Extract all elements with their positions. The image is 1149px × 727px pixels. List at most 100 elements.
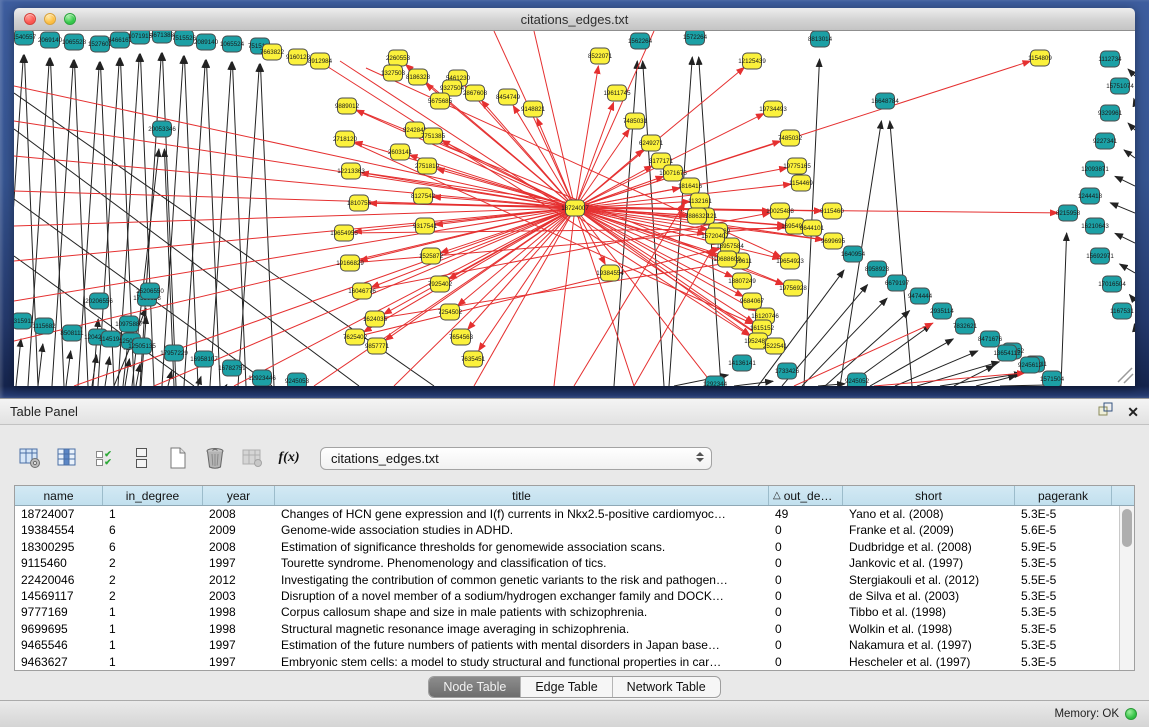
table-cell[interactable]: 0 <box>769 654 843 670</box>
table-cell[interactable]: Stergiakouli et al. (2012) <box>843 572 1015 588</box>
table-cell[interactable]: 18724007 <box>15 506 103 522</box>
graph-node[interactable]: 1733426 <box>775 363 800 379</box>
graph-node[interactable]: 1115682 <box>32 318 56 334</box>
table-cell[interactable]: 5.3E-5 <box>1015 604 1112 620</box>
graph-node[interactable]: 6679197 <box>885 275 910 291</box>
column-visibility-icon[interactable] <box>53 443 81 473</box>
graph-node[interactable]: 8912984 <box>308 53 333 69</box>
table-cell[interactable]: 1997 <box>203 654 275 670</box>
table-row[interactable]: 977716911998Corpus callosum shape and si… <box>15 604 1134 620</box>
table-row[interactable]: 1830029562008Estimation of significance … <box>15 539 1134 555</box>
graph-node[interactable]: 10025488 <box>766 203 794 219</box>
table-cell[interactable]: 2 <box>103 572 203 588</box>
table-cell[interactable]: 5.3E-5 <box>1015 588 1112 604</box>
column-header-in-degree[interactable]: in_degree <box>103 486 203 505</box>
table-cell[interactable]: 1998 <box>203 604 275 620</box>
graph-node[interactable]: 7485031 <box>623 113 648 129</box>
table-cell[interactable]: Hescheler et al. (1997) <box>843 654 1015 670</box>
graph-node[interactable]: 1112734 <box>1098 51 1122 67</box>
graph-node[interactable]: 9474444 <box>908 288 933 304</box>
graph-node[interactable]: 15692971 <box>1086 248 1114 264</box>
table-cell[interactable]: 5.3E-5 <box>1015 555 1112 571</box>
tab-edge-table[interactable]: Edge Table <box>520 677 611 697</box>
table-cell[interactable]: Investigating the contribution of common… <box>275 572 769 588</box>
graph-node[interactable]: 8644101 <box>800 220 825 236</box>
graph-node[interactable]: 12213363 <box>337 163 365 179</box>
graph-node[interactable]: 5675685 <box>428 93 453 109</box>
table-cell[interactable]: 1 <box>103 621 203 637</box>
graph-node[interactable]: 7751385 <box>421 128 446 144</box>
graph-node[interactable]: 7886322 <box>685 208 710 224</box>
table-cell[interactable]: 5.9E-5 <box>1015 539 1112 555</box>
graph-node[interactable]: 19654923 <box>776 253 804 269</box>
graph-node[interactable]: 9245053 <box>285 373 310 386</box>
graph-node[interactable]: 19734493 <box>759 101 787 117</box>
table-cell[interactable]: 5.6E-5 <box>1015 522 1112 538</box>
table-row[interactable]: 946554611997Estimation of the future num… <box>15 637 1134 653</box>
table-cell[interactable]: Embryonic stem cells: a model to study s… <box>275 654 769 670</box>
table-cell[interactable]: 2 <box>103 555 203 571</box>
graph-node[interactable]: 19611745 <box>603 85 631 101</box>
table-row[interactable]: 2242004622012Investigating the contribut… <box>15 572 1134 588</box>
table-cell[interactable]: 2008 <box>203 539 275 555</box>
graph-node[interactable]: 9227341 <box>1093 133 1118 149</box>
graph-node[interactable]: 2603141 <box>388 144 413 160</box>
table-cell[interactable]: 0 <box>769 604 843 620</box>
tab-network-table[interactable]: Network Table <box>612 677 720 697</box>
table-cell[interactable]: Corpus callosum shape and size in male p… <box>275 604 769 620</box>
graph-node[interactable]: 8508111 <box>60 325 84 341</box>
table-cell[interactable]: Tibbo et al. (1998) <box>843 604 1015 620</box>
table-cell[interactable]: 19384554 <box>15 522 103 538</box>
table-cell[interactable]: 6 <box>103 522 203 538</box>
graph-node[interactable]: 9245612 <box>1018 357 1043 373</box>
table-cell[interactable]: 0 <box>769 555 843 571</box>
graph-node[interactable]: 1244418 <box>1078 188 1103 204</box>
column-header-pagerank[interactable]: pagerank <box>1015 486 1112 505</box>
graph-node[interactable]: 2522541 <box>763 338 788 354</box>
table-cell[interactable]: 18300295 <box>15 539 103 555</box>
graph-node[interactable]: 19775165 <box>783 158 811 174</box>
table-cell[interactable]: Estimation of significance thresholds fo… <box>275 539 769 555</box>
graph-node[interactable]: 1071915 <box>128 31 153 44</box>
graph-node[interactable]: 1154469 <box>789 175 813 191</box>
graph-node[interactable]: 9245052 <box>845 373 870 386</box>
graph-node[interactable]: 9115460 <box>820 203 844 219</box>
column-header-out-de-[interactable]: △out_de… <box>769 486 843 505</box>
table-cell[interactable]: 2 <box>103 588 203 604</box>
graph-node[interactable]: 4671388 <box>150 31 175 43</box>
table-cell[interactable]: 0 <box>769 588 843 604</box>
table-cell[interactable]: 0 <box>769 621 843 637</box>
graph-node[interactable]: 7625402 <box>343 329 368 345</box>
table-cell[interactable]: 5.3E-5 <box>1015 637 1112 653</box>
graph-node[interactable]: 14136141 <box>728 355 756 371</box>
table-cell[interactable]: 5.3E-5 <box>1015 621 1112 637</box>
scrollbar-thumb[interactable] <box>1122 509 1132 547</box>
table-cell[interactable]: Structural magnetic resonance image aver… <box>275 621 769 637</box>
table-cell[interactable]: 9463627 <box>15 654 103 670</box>
graph-node[interactable]: 1154809 <box>1028 50 1052 66</box>
graph-node[interactable]: 16046776 <box>348 283 376 299</box>
graph-node[interactable]: 2069140 <box>38 32 63 48</box>
table-cell[interactable]: 49 <box>769 506 843 522</box>
graph-node[interactable]: 18807249 <box>728 273 756 289</box>
table-row[interactable]: 1872400712008Changes of HCN gene express… <box>15 506 1134 522</box>
table-cell[interactable]: Changes of HCN gene expression and I(f) … <box>275 506 769 522</box>
graph-node[interactable]: 1167531 <box>1110 303 1134 319</box>
graph-node[interactable]: 1562264 <box>628 33 653 49</box>
column-header-title[interactable]: title <box>275 486 769 505</box>
tab-node-table[interactable]: Node Table <box>429 677 520 697</box>
table-cell[interactable]: 9465546 <box>15 637 103 653</box>
table-cell[interactable]: de Silva et al. (2003) <box>843 588 1015 604</box>
graph-node[interactable]: 9317541 <box>413 218 438 234</box>
table-selector-dropdown[interactable]: citations_edges.txt <box>320 447 712 470</box>
table-row[interactable]: 969969511998Structural magnetic resonanc… <box>15 621 1134 637</box>
delete-column-icon[interactable] <box>201 443 229 473</box>
graph-node[interactable]: 1327503 <box>381 65 406 81</box>
table-cell[interactable]: 9699695 <box>15 621 103 637</box>
table-cell[interactable]: 1 <box>103 506 203 522</box>
graph-node[interactable]: 12093871 <box>1081 161 1109 177</box>
graph-node[interactable]: 7635451 <box>461 351 486 367</box>
function-builder-icon[interactable]: f(x) <box>275 443 303 473</box>
graph-node[interactable]: 1571504 <box>1040 371 1065 386</box>
table-cell[interactable]: 0 <box>769 522 843 538</box>
